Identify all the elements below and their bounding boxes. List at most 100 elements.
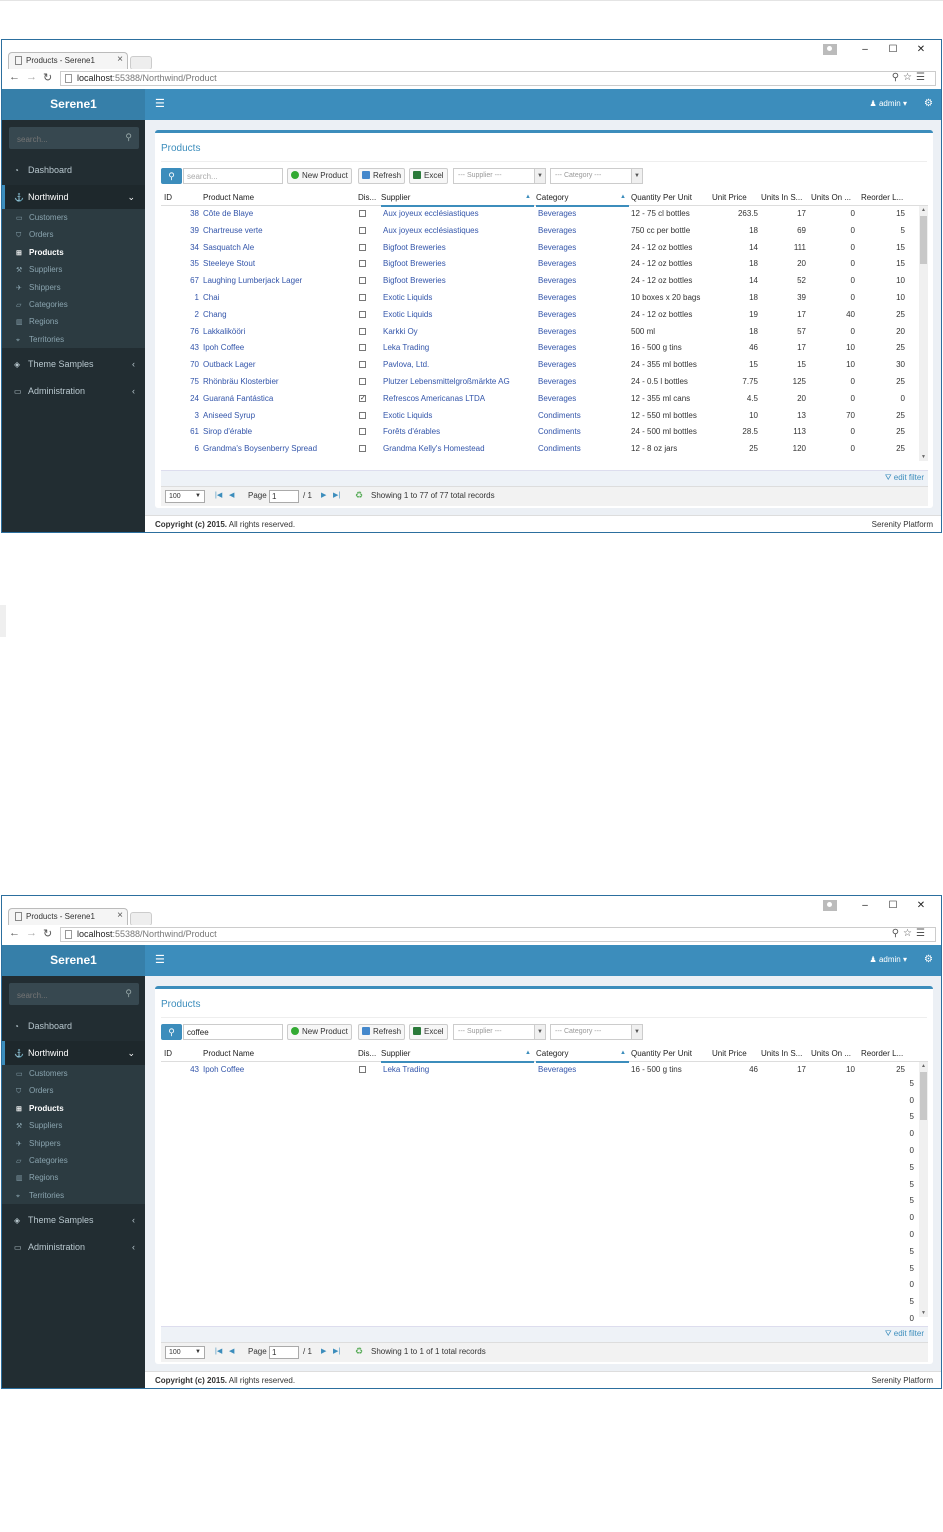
cell-name[interactable]: Sasquatch Ale [203,240,353,257]
cell-name[interactable]: Chartreuse verte [203,223,353,240]
cell-category[interactable]: Beverages [538,290,628,307]
supplier-filter-dropdown[interactable]: --- Supplier --- ▼ [453,1024,546,1040]
cell-id[interactable]: 6 [163,441,199,458]
sidebar-item-suppliers[interactable]: ⚒ Suppliers [2,261,145,278]
cell-category[interactable]: Beverages [538,340,628,357]
cell-id[interactable]: 61 [163,424,199,441]
cell-supplier[interactable]: Leka Trading [383,340,533,357]
profile-icon[interactable] [823,43,837,55]
sidebar-item-administration[interactable]: ▭ Administration ‹ [2,379,145,403]
sidebar-item-regions[interactable]: ▥ Regions [2,313,145,330]
scroll-down-icon[interactable]: ▼ [920,454,927,460]
forward-arrow-icon[interactable]: → [26,71,37,83]
cell-name[interactable]: Lakkalikööri [203,324,353,341]
cell-category[interactable]: Beverages [538,240,628,257]
maximize-icon[interactable]: ☐ [879,44,907,55]
cell-id[interactable]: 43 [163,1062,199,1079]
cell-category[interactable]: Beverages [538,1062,628,1079]
table-row[interactable]: 43 Ipoh Coffee Leka Trading Beverages 16 - 5… [161,1062,916,1079]
scroll-up-icon[interactable]: ▲ [920,207,927,213]
close-tab-icon[interactable]: × [117,54,123,65]
table-row[interactable]: 67 Laughing Lumberjack Lager Bigfoot Brewe… [161,273,916,290]
cell-name[interactable]: Outback Lager [203,357,353,374]
cell-id[interactable]: 43 [163,340,199,357]
cell-id[interactable]: 70 [163,357,199,374]
sidebar-item-shippers[interactable]: ✈ Shippers [2,1135,145,1152]
sidebar-item-territories[interactable]: ⌖ Territories [2,331,145,348]
excel-button[interactable]: Excel [409,168,448,184]
column-header-reorder-level[interactable]: Reorder L... [861,1046,911,1061]
cell-category[interactable]: Beverages [538,223,628,240]
search-icon[interactable]: ⚲ [161,168,182,184]
cell-id[interactable]: 2 [163,307,199,324]
gears-icon[interactable]: ⚙ [924,98,933,109]
cell-id[interactable]: 35 [163,256,199,273]
table-row[interactable]: 24 Guaraná Fantástica ✓ Refrescos Americana… [161,391,916,408]
cell-supplier[interactable]: Bigfoot Breweries [383,273,533,290]
sidebar-item-suppliers[interactable]: ⚒ Suppliers [2,1117,145,1134]
user-menu[interactable]: ♟ admin ▾ [870,99,907,108]
cell-id[interactable]: 34 [163,240,199,257]
cell-category[interactable]: Beverages [538,206,628,223]
column-header-units-on-order[interactable]: Units On ... [811,1046,857,1061]
table-row[interactable]: 1 Chai Exotic Liquids Beverages 10 boxes x 2… [161,290,916,307]
back-arrow-icon[interactable]: ← [9,71,20,83]
last-page-icon[interactable]: ▶| [333,1347,340,1355]
cell-category[interactable]: Beverages [538,374,628,391]
cell-category[interactable]: Beverages [538,391,628,408]
column-header-supplier[interactable]: Supplier ▲ [381,1046,534,1063]
edit-filter-link[interactable]: ⛛ edit filter [885,1329,924,1339]
table-row[interactable]: 35 Steeleye Stout Bigfoot Breweries Beverag… [161,256,916,273]
cell-category[interactable]: Beverages [538,324,628,341]
sidebar-item-regions[interactable]: ▥ Regions [2,1169,145,1186]
page-size-select[interactable]: 100 ▼ [165,490,205,503]
app-logo[interactable]: Serene1 [2,945,145,976]
maximize-icon[interactable]: ☐ [879,900,907,911]
search-icon[interactable]: ⚲ [125,988,132,999]
cell-supplier[interactable]: Leka Trading [383,1062,533,1079]
last-page-icon[interactable]: ▶| [333,491,340,499]
previous-page-icon[interactable]: ◀ [229,1347,234,1355]
hamburger-icon[interactable]: ☰ [155,953,165,966]
column-header-category[interactable]: Category ▲ [536,190,629,207]
first-page-icon[interactable]: |◀ [215,491,222,499]
cell-supplier[interactable]: Karkki Oy [383,324,533,341]
cell-supplier[interactable]: Bigfoot Breweries [383,256,533,273]
column-header-reorder-level[interactable]: Reorder L... [861,190,911,205]
new-tab-button[interactable] [130,56,152,70]
close-window-icon[interactable]: ✕ [907,44,935,55]
cell-id[interactable]: 38 [163,206,199,223]
table-row[interactable]: 2 Chang Exotic Liquids Beverages 24 - 12 oz … [161,307,916,324]
cell-supplier[interactable]: Exotic Liquids [383,290,533,307]
column-header-units-in-stock[interactable]: Units In S... [761,190,807,205]
cell-category[interactable]: Condiments [538,408,628,425]
table-row[interactable]: 38 Côte de Blaye Aux joyeux ecclésiastique… [161,206,916,223]
column-header-units-on-order[interactable]: Units On ... [811,190,857,205]
cell-category[interactable]: Beverages [538,256,628,273]
cell-category[interactable]: Condiments [538,424,628,441]
sidebar-item-orders[interactable]: ⛉ Orders [2,226,145,243]
table-row[interactable]: 43 Ipoh Coffee Leka Trading Beverages 16 - 5… [161,340,916,357]
url-input[interactable]: localhost:55388/Northwind/Product ⚲☆☰ [60,927,936,942]
page-size-select[interactable]: 100 ▼ [165,1346,205,1359]
grid-vertical-scrollbar[interactable]: ▲ ▼ [919,1062,928,1317]
cell-name[interactable]: Chai [203,290,353,307]
sidebar-item-theme-samples[interactable]: ◈ Theme Samples ‹ [2,352,145,376]
sidebar-item-orders[interactable]: ⛉ Orders [2,1082,145,1099]
hamburger-icon[interactable]: ☰ [155,97,165,110]
column-header-quantity-per-unit[interactable]: Quantity Per Unit [631,190,709,205]
grid-vertical-scrollbar[interactable]: ▲ ▼ [919,206,928,461]
cell-id[interactable]: 24 [163,391,199,408]
cell-supplier[interactable]: Grandma Kelly's Homestead [383,441,533,458]
scroll-up-icon[interactable]: ▲ [920,1063,927,1069]
table-row[interactable]: 6 Grandma's Boysenberry Spread Grandma Kel… [161,441,916,458]
cell-id[interactable]: 3 [163,408,199,425]
column-header-unit-price[interactable]: Unit Price [712,1046,758,1061]
column-header-category[interactable]: Category ▲ [536,1046,629,1063]
table-row[interactable]: 3 Aniseed Syrup Exotic Liquids Condiments 12… [161,408,916,425]
cell-category[interactable]: Condiments [538,441,628,458]
cell-name[interactable]: Côte de Blaye [203,206,353,223]
cell-supplier[interactable]: Refrescos Americanas LTDA [383,391,533,408]
column-header-unit-price[interactable]: Unit Price [712,190,758,205]
scrollbar-thumb[interactable] [920,216,927,264]
